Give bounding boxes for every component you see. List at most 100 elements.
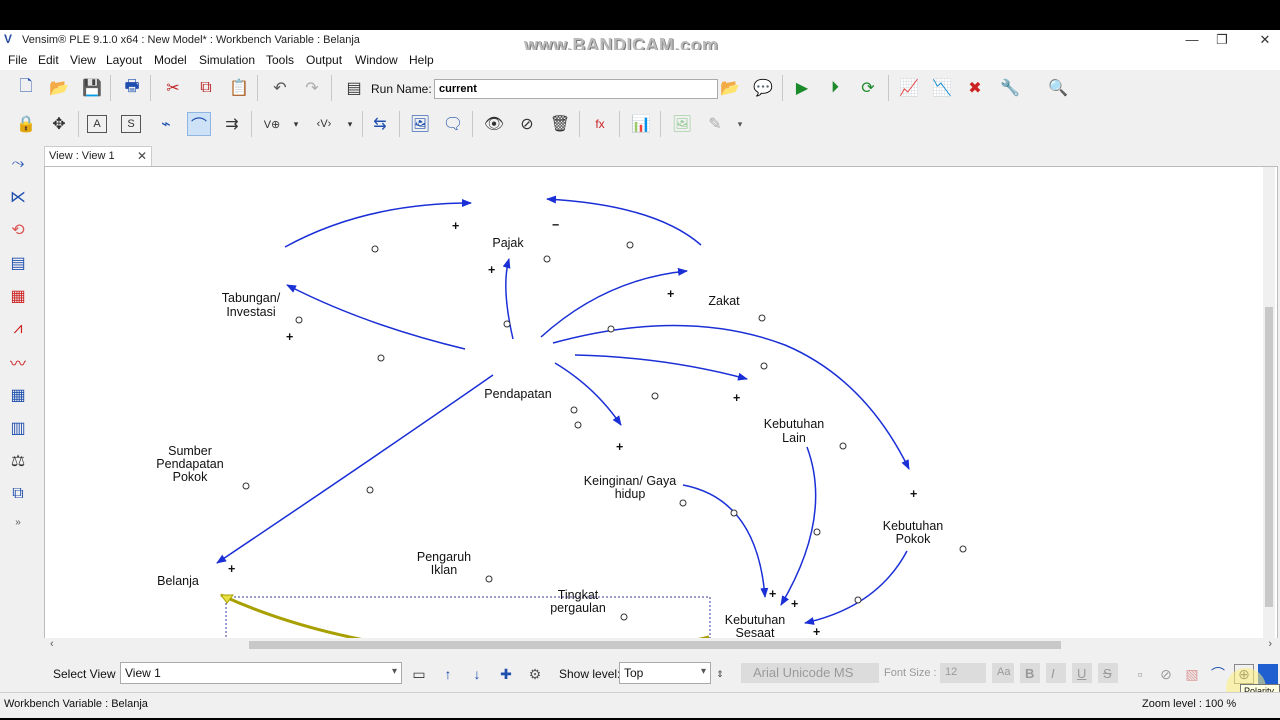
link-zakat-pajak[interactable] bbox=[546, 195, 702, 246]
comment-icon[interactable]: 💬 bbox=[751, 76, 775, 100]
box-shape-icon[interactable]: ▫ bbox=[1130, 664, 1150, 684]
font-size-field[interactable]: 12 bbox=[940, 663, 986, 683]
font-name-field[interactable]: Arial Unicode MS bbox=[741, 663, 879, 683]
variable-zakat[interactable]: Zakat bbox=[708, 294, 740, 308]
new-model-icon[interactable]: 🗋 bbox=[14, 76, 38, 100]
paste-icon[interactable]: 📋 bbox=[227, 76, 251, 100]
variable-pajak[interactable]: Pajak bbox=[492, 236, 524, 250]
link-handle[interactable] bbox=[813, 528, 821, 536]
link-handle[interactable] bbox=[730, 509, 738, 517]
scroll-left-icon[interactable]: ‹ bbox=[50, 638, 54, 650]
runs-compare-icon[interactable]: 〰 bbox=[6, 350, 30, 374]
io-object-icon[interactable]: ⇆ bbox=[368, 112, 392, 136]
variable-sumber-line2[interactable]: Pendapatan bbox=[156, 457, 223, 471]
menu-window[interactable]: Window bbox=[355, 53, 398, 67]
variable-handle[interactable] bbox=[242, 482, 250, 490]
variable-handle[interactable] bbox=[839, 442, 847, 450]
variable-kebutuhan-pokok-line2[interactable]: Pokok bbox=[896, 532, 931, 546]
variable-tingkat-line1[interactable]: Tingkat bbox=[558, 588, 599, 602]
link-handle[interactable] bbox=[574, 421, 582, 429]
link-tabungan-pajak[interactable] bbox=[284, 199, 472, 248]
link-handle[interactable] bbox=[503, 320, 511, 328]
menu-output[interactable]: Output bbox=[306, 53, 342, 67]
hide-eye-icon[interactable]: ⊘ bbox=[515, 112, 539, 136]
graph-icon[interactable]: ⩘ bbox=[6, 317, 30, 341]
fill-color-icon[interactable]: ▧ bbox=[1182, 664, 1202, 684]
edit-image-icon[interactable]: ✎ bbox=[703, 112, 727, 136]
graph-tool-icon[interactable]: 📊 bbox=[629, 112, 653, 136]
variable-handle[interactable] bbox=[295, 316, 303, 324]
menu-simulation[interactable]: Simulation bbox=[199, 53, 255, 67]
copy-icon[interactable]: ⧉ bbox=[194, 76, 218, 100]
link-handle[interactable] bbox=[651, 392, 659, 400]
menu-file[interactable]: File bbox=[8, 53, 27, 67]
causes-tree-icon[interactable]: ⤳ bbox=[6, 152, 30, 176]
shadow-variable-icon[interactable]: S bbox=[121, 115, 141, 133]
variable-keinginan-line2[interactable]: hidup bbox=[615, 487, 646, 501]
link-pendapatan-kebutuhan-pokok[interactable] bbox=[552, 324, 910, 470]
compare-runs-icon[interactable]: 📉 bbox=[930, 76, 954, 100]
variable-handle[interactable] bbox=[485, 575, 493, 583]
flow-tool-icon[interactable]: ⇉ bbox=[220, 112, 244, 136]
show-level-dropdown[interactable]: Top ▾ bbox=[619, 662, 711, 684]
link-handle[interactable] bbox=[626, 241, 634, 249]
maximize-button[interactable]: ❐ bbox=[1200, 30, 1244, 50]
variable-handle[interactable] bbox=[620, 613, 628, 621]
simulation-setup-icon[interactable]: ▤ bbox=[342, 76, 366, 100]
causes-strip-icon[interactable]: ▦ bbox=[6, 284, 30, 308]
units-check-icon[interactable]: 🔍 bbox=[1046, 76, 1070, 100]
undo-icon[interactable]: ↶ bbox=[268, 76, 292, 100]
variable-tabungan-line2[interactable]: Investasi bbox=[226, 305, 275, 319]
scroll-right-icon[interactable]: › bbox=[1268, 638, 1272, 650]
horizontal-scrollbar[interactable]: ‹ › bbox=[44, 638, 1278, 652]
table-icon[interactable]: ▦ bbox=[6, 383, 30, 407]
dropdown-icon[interactable]: ▾ bbox=[284, 112, 308, 136]
link-keinginan-sesaat[interactable] bbox=[682, 484, 769, 598]
more-icon[interactable]: » bbox=[6, 510, 30, 534]
variable-pendapatan[interactable]: Pendapatan bbox=[484, 387, 551, 401]
vertical-scrollbar[interactable] bbox=[1263, 167, 1275, 641]
variable-pengaruh-line1[interactable]: Pengaruh bbox=[417, 550, 471, 564]
menu-help[interactable]: Help bbox=[409, 53, 434, 67]
rate-tool-icon[interactable]: ⌁ bbox=[154, 112, 178, 136]
bold-button[interactable]: B bbox=[1020, 663, 1040, 683]
print-icon[interactable]: 🖶 bbox=[120, 76, 144, 100]
tab-view-1[interactable]: View : View 1 ✕ bbox=[44, 146, 152, 166]
arrow-tool-icon[interactable]: ⌒ bbox=[187, 112, 211, 136]
open-model-icon[interactable]: 📂 bbox=[47, 76, 71, 100]
horizontal-scroll-thumb[interactable] bbox=[249, 641, 1061, 649]
synthesim-icon[interactable]: ⏵ bbox=[823, 76, 847, 100]
variable-sesaat-line1[interactable]: Kebutuhan bbox=[725, 613, 786, 627]
line-color-icon[interactable]: ⊘ bbox=[1156, 664, 1176, 684]
link-kebutuhan-pokok-sesaat[interactable] bbox=[804, 550, 908, 625]
menu-edit[interactable]: Edit bbox=[38, 53, 59, 67]
variable-kebutuhan-lain-line1[interactable]: Kebutuhan bbox=[764, 417, 825, 431]
load-run-icon[interactable]: 📈 bbox=[897, 76, 921, 100]
variable-keinginan-line1[interactable]: Keinginan/ Gaya bbox=[584, 474, 676, 488]
selected-link-sesaat-belanja[interactable] bbox=[220, 593, 710, 642]
underline-button[interactable]: U bbox=[1072, 663, 1092, 683]
show-eye-icon[interactable]: 👁 bbox=[482, 112, 506, 136]
arrow-up-icon[interactable]: ↑ bbox=[438, 664, 458, 684]
link-pendapatan-belanja[interactable] bbox=[216, 374, 494, 564]
close-button[interactable]: ✕ bbox=[1243, 30, 1280, 50]
sketch-canvas[interactable]: + − + + + + + + + + + + Pajak Zakat Tabu… bbox=[44, 166, 1278, 642]
italic-button[interactable]: I bbox=[1046, 663, 1066, 683]
arrow-shape-icon[interactable]: ⌒ bbox=[1208, 664, 1228, 684]
redo-icon[interactable]: ↷ bbox=[300, 76, 324, 100]
comment-tool-icon[interactable]: 🗨 bbox=[441, 112, 465, 136]
link-handle[interactable] bbox=[377, 354, 385, 362]
link-handle[interactable] bbox=[854, 596, 862, 604]
view-frame-icon[interactable]: ▭ bbox=[409, 664, 429, 684]
table-time-icon[interactable]: ▥ bbox=[6, 416, 30, 440]
variable-tabungan-line1[interactable]: Tabungan/ bbox=[222, 291, 281, 305]
link-handle[interactable] bbox=[366, 486, 374, 494]
image-icon[interactable]: 🖼 bbox=[670, 112, 694, 136]
tools-icon[interactable]: 🔧 bbox=[998, 76, 1022, 100]
link-handle[interactable] bbox=[760, 362, 768, 370]
variable-kebutuhan-pokok-line1[interactable]: Kebutuhan bbox=[883, 519, 944, 533]
variable-handle[interactable] bbox=[758, 314, 766, 322]
tab-close-icon[interactable]: ✕ bbox=[137, 149, 147, 163]
delete-run-icon[interactable]: ✖ bbox=[963, 76, 987, 100]
save-icon[interactable]: 💾 bbox=[80, 76, 104, 100]
